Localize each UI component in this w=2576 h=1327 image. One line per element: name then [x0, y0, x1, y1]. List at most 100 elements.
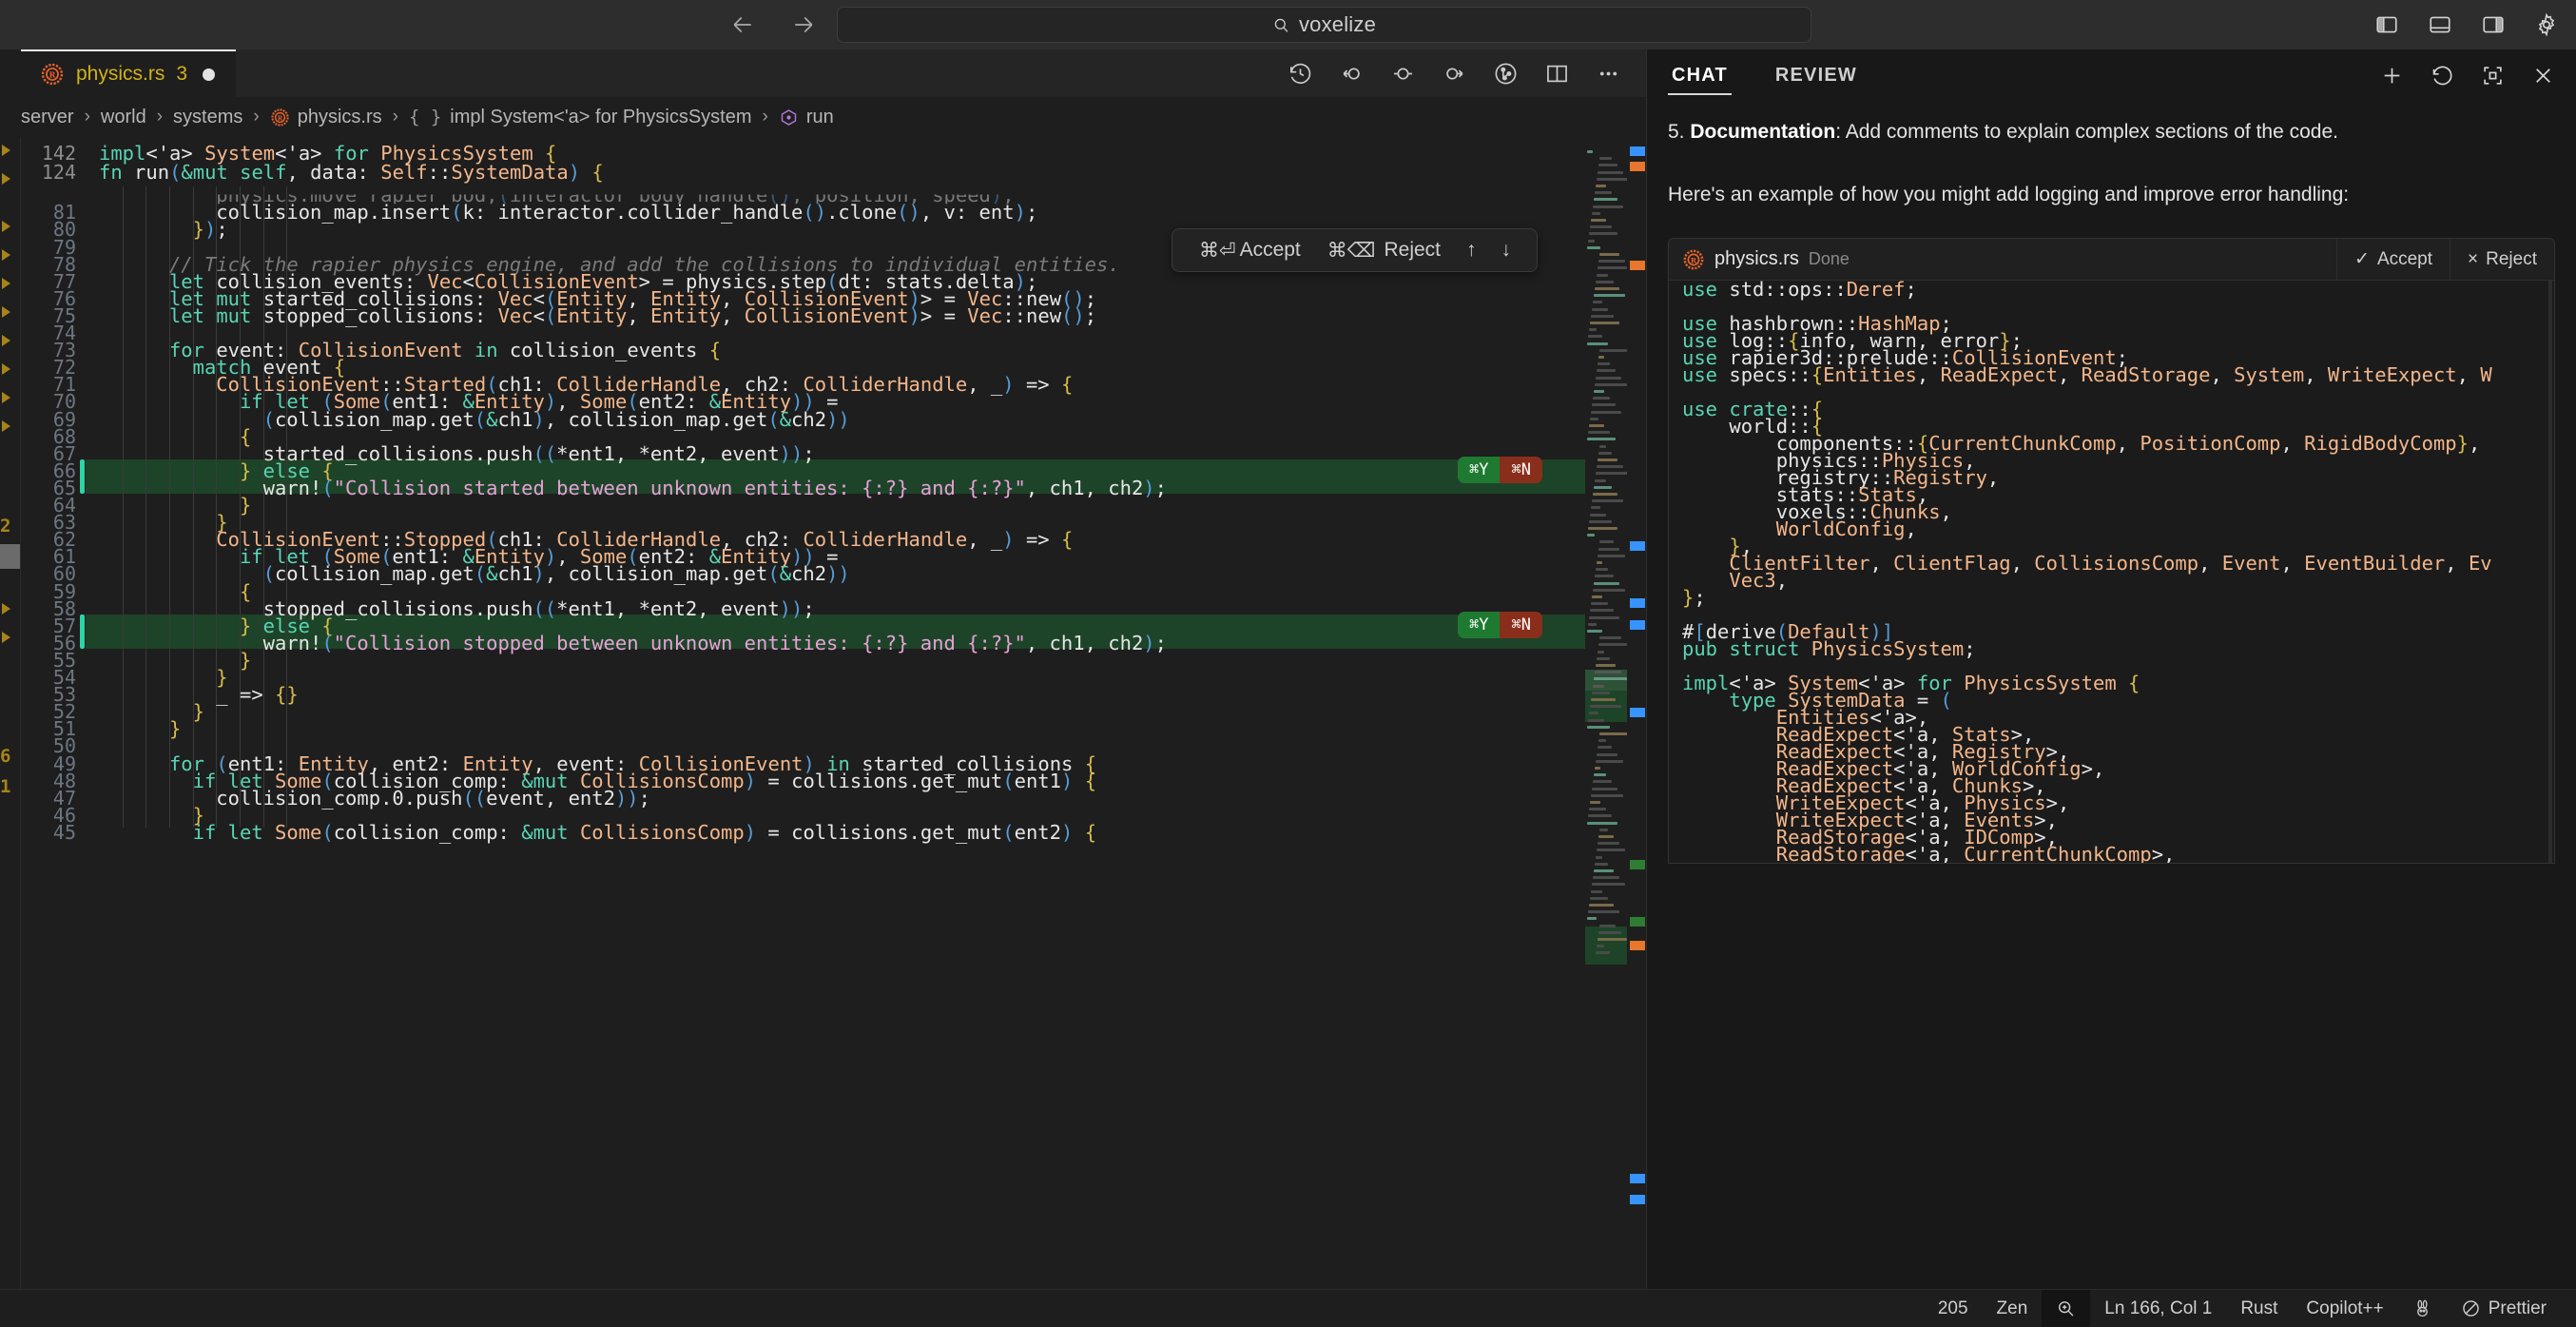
layout-left-panel-icon[interactable] — [2374, 12, 2399, 37]
code-line[interactable]: (collision_map.get(&ch1), collision_map.… — [263, 409, 850, 429]
code-line[interactable]: _ => {} — [216, 685, 298, 705]
code-line[interactable]: started_collisions.push((*ent1, *ent2, e… — [263, 443, 815, 463]
minimap-line — [1593, 780, 1612, 784]
breadcrumb-item-server[interactable]: server — [21, 107, 74, 128]
current-change-icon[interactable] — [1390, 61, 1416, 87]
code-line[interactable]: { — [240, 426, 251, 446]
breadcrumb-item-systems[interactable]: systems — [173, 107, 242, 128]
code-editor[interactable]: 2361 14212481807978777675747372717069686… — [0, 137, 1646, 1289]
arrow-right-icon[interactable] — [789, 10, 818, 39]
overview-ruler[interactable] — [1627, 137, 1646, 1289]
source-control-graph-icon[interactable] — [1493, 61, 1519, 87]
tab-review[interactable]: REVIEW — [1772, 49, 1861, 101]
arrow-left-icon[interactable] — [728, 10, 757, 39]
status-item-rust[interactable]: Rust — [2226, 1290, 2292, 1327]
status-item-zen[interactable]: Zen — [1983, 1290, 2043, 1327]
code-line[interactable]: fn run(&mut self, data: Self::SystemData… — [99, 163, 604, 183]
code-line[interactable]: }); — [193, 220, 228, 240]
status-item-ln-166-col-1[interactable]: Ln 166, Col 1 — [2090, 1290, 2226, 1327]
overview-ruler-mark[interactable] — [1630, 708, 1645, 717]
overview-ruler-mark[interactable] — [1630, 941, 1645, 950]
gear-icon[interactable] — [2534, 12, 2559, 37]
chat-code-line: ClientFilter, ClientFlag, CollisionsComp… — [1729, 552, 2492, 575]
new-chat-icon[interactable] — [2380, 64, 2404, 88]
overview-ruler-mark[interactable] — [1630, 1174, 1645, 1183]
overview-ruler-mark[interactable] — [1630, 620, 1645, 630]
split-editor-icon[interactable] — [1544, 61, 1570, 87]
code-line[interactable]: } — [240, 496, 251, 516]
code-line[interactable]: warn!("Collision stopped between unknown… — [263, 634, 1167, 654]
editor-tab-physics-rs[interactable]: R physics.rs 3 — [21, 49, 237, 97]
status-item-prettier[interactable]: Prettier — [2447, 1290, 2561, 1327]
code-line[interactable]: stopped_collisions.push((*ent1, *ent2, e… — [263, 598, 815, 618]
code-line[interactable]: { — [240, 581, 251, 601]
next-diff-button[interactable]: ↓ — [1489, 239, 1524, 262]
layout-bottom-panel-icon[interactable] — [2428, 12, 2452, 37]
reject-label: Reject — [2486, 248, 2537, 269]
inline-accept-pill[interactable]: ⌘Y — [1458, 611, 1501, 638]
next-change-icon[interactable] — [1442, 61, 1467, 87]
code-line[interactable]: let mut stopped_collisions: Vec<(Entity,… — [169, 306, 1096, 326]
overview-ruler-mark[interactable] — [1630, 146, 1645, 156]
overview-ruler-mark[interactable] — [1630, 261, 1645, 270]
code-lines[interactable]: impl<'a> System<'a> for PhysicsSystem {f… — [86, 137, 1646, 1289]
status-item-zoom-in-icon[interactable] — [2042, 1290, 2091, 1327]
tab-chat[interactable]: CHAT — [1668, 49, 1732, 101]
minimap-line — [1598, 650, 1604, 654]
code-line[interactable]: } — [193, 702, 204, 722]
minimap-line — [1594, 581, 1619, 585]
code-line[interactable]: } — [169, 719, 181, 739]
breadcrumb-item-world[interactable]: world — [101, 107, 146, 128]
code-card-scrollbar[interactable] — [2548, 281, 2552, 863]
layout-right-panel-icon[interactable] — [2481, 12, 2506, 37]
more-actions-icon[interactable] — [1596, 61, 1621, 87]
code-card-reject-button[interactable]: × Reject — [2450, 239, 2554, 280]
minimap-line — [1592, 787, 1617, 790]
overview-ruler-mark[interactable] — [1630, 860, 1645, 869]
code-line[interactable]: collision_comp.0.push((event, ent2)); — [216, 788, 650, 808]
inline-reject-pill[interactable]: ⌘N — [1500, 611, 1542, 638]
history-icon[interactable] — [1288, 61, 1313, 87]
accept-button[interactable]: ⌘⏎ Accept — [1186, 239, 1314, 263]
minimap[interactable] — [1585, 137, 1627, 1289]
search-input[interactable]: voxelize — [837, 7, 1811, 43]
code-card-body[interactable]: use std::ops::Deref; use hashbrown::Hash… — [1669, 280, 2554, 864]
code-line[interactable]: if let Some(collision_comp: &mut Collisi… — [193, 823, 1096, 843]
minimap-line — [1592, 595, 1602, 598]
breadcrumb-item-impl[interactable]: impl System<'a> for PhysicsSystem — [450, 107, 751, 128]
status-item-205[interactable]: 205 — [1924, 1290, 1983, 1327]
overview-ruler-mark[interactable] — [1630, 917, 1645, 927]
chat-message-list[interactable]: 5. Documentation: Add comments to explai… — [1647, 101, 2576, 1289]
adjacent-marker-label: 2 — [0, 516, 11, 537]
reject-button[interactable]: ⌘⌫ Reject — [1314, 239, 1454, 263]
minimap-line — [1590, 225, 1612, 229]
close-chat-icon[interactable] — [2531, 64, 2555, 88]
breadcrumb-item-run[interactable]: run — [806, 107, 834, 128]
breadcrumb-item-physics-rs[interactable]: physics.rs — [298, 107, 382, 128]
status-item-rabbit-icon[interactable] — [2398, 1290, 2447, 1327]
code-line[interactable]: collision_map.insert(k: interactor.colli… — [216, 203, 1037, 223]
prev-change-icon[interactable] — [1339, 61, 1365, 87]
overview-ruler-mark[interactable] — [1630, 1195, 1645, 1204]
chat-code-line: ReadStorage<'a, CurrentChunkComp>, — [1775, 843, 2176, 864]
minimap-line — [1598, 164, 1617, 167]
code-line[interactable]: } — [240, 651, 251, 671]
rabbit-icon — [2412, 1298, 2432, 1318]
inline-accept-pill[interactable]: ⌘Y — [1458, 456, 1501, 483]
overview-ruler-mark[interactable] — [1630, 162, 1645, 171]
inline-reject-pill[interactable]: ⌘N — [1500, 456, 1542, 483]
code-card-accept-button[interactable]: ✓ Accept — [2336, 239, 2450, 280]
maximize-chat-icon[interactable] — [2481, 64, 2505, 88]
minimap-line — [1587, 150, 1593, 153]
code-line[interactable]: (collision_map.get(&ch1), collision_map.… — [263, 564, 850, 584]
overview-ruler-mark[interactable] — [1630, 598, 1645, 608]
minimap-slider[interactable] — [1585, 670, 1627, 691]
overview-ruler-mark[interactable] — [1630, 541, 1645, 551]
minimap-line — [1595, 191, 1612, 195]
status-item-copilot-[interactable]: Copilot++ — [2292, 1290, 2397, 1327]
prev-diff-button[interactable]: ↑ — [1454, 239, 1489, 262]
rust-icon: R — [270, 107, 290, 127]
chat-history-icon[interactable] — [2431, 64, 2454, 88]
code-line[interactable]: impl<'a> System<'a> for PhysicsSystem { — [99, 144, 556, 164]
code-line[interactable]: warn!("Collision started between unknown… — [263, 478, 1167, 498]
